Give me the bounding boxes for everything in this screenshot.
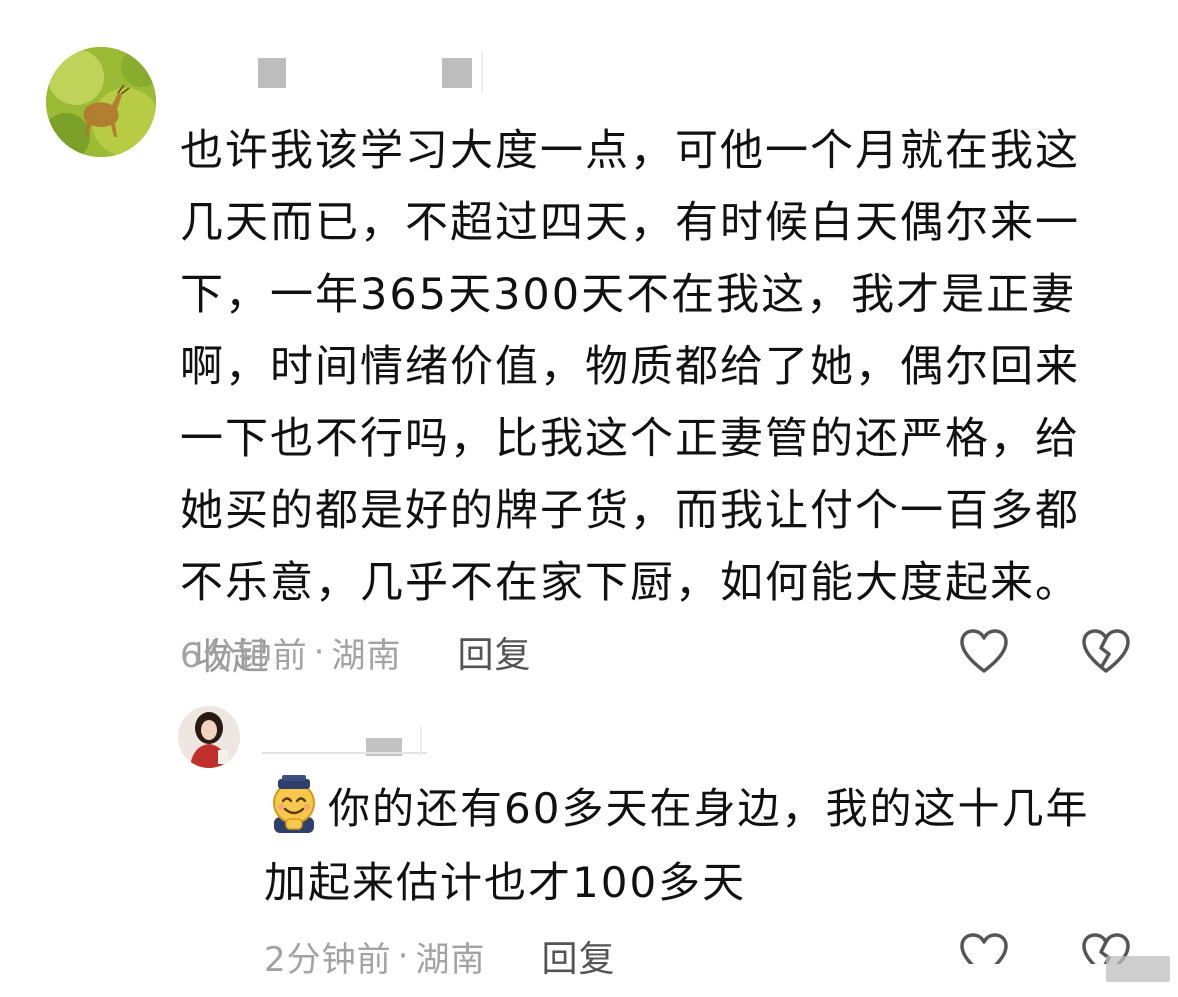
deer-photo-icon bbox=[46, 47, 156, 157]
redaction-line bbox=[262, 752, 427, 754]
comment-text: 也许我该学习大度一点，可他一个月就在我这几天而已，不超过四天，有时候白天偶尔来一… bbox=[180, 126, 1080, 608]
dislike-button[interactable] bbox=[1080, 626, 1132, 678]
reply-time: 2分钟前 bbox=[264, 939, 392, 980]
divider bbox=[420, 726, 422, 756]
like-button[interactable] bbox=[958, 626, 1010, 678]
comment-body: 也许我该学习大度一点，可他一个月就在我这几天而已，不超过四天，有时候白天偶尔来一… bbox=[180, 115, 1110, 693]
comment-meta: 6分钟前 · 湖南 回复 bbox=[180, 626, 531, 678]
replier-name-redacted bbox=[262, 722, 427, 760]
person-photo-icon bbox=[178, 706, 240, 768]
commenter-name-redacted bbox=[180, 52, 485, 92]
reply-button[interactable]: 回复 bbox=[457, 626, 531, 678]
reply-location: 湖南 bbox=[415, 939, 486, 980]
comment-location: 湖南 bbox=[331, 635, 402, 676]
meta-separator: · bbox=[397, 936, 410, 976]
like-button[interactable] bbox=[958, 930, 1010, 964]
meta-separator: · bbox=[313, 632, 326, 672]
commenter-avatar[interactable] bbox=[46, 47, 156, 157]
replier-avatar[interactable] bbox=[178, 706, 240, 768]
comment-thread: 也许我该学习大度一点，可他一个月就在我这几天而已，不超过四天，有时候白天偶尔来一… bbox=[0, 0, 1178, 997]
redaction-block bbox=[442, 58, 472, 88]
comment-time: 6分钟前 bbox=[180, 635, 308, 676]
reply-body: 你的还有60多天在身边，我的这十几年加起来估计也才100多天 bbox=[264, 772, 1124, 920]
reply-meta: 2分钟前 · 湖南 回复 bbox=[264, 930, 615, 982]
divider bbox=[481, 52, 483, 92]
heart-outline-icon bbox=[960, 629, 1008, 673]
watermark bbox=[1106, 956, 1170, 982]
reply-text: 你的还有60多天在身边，我的这十几年加起来估计也才100多天 bbox=[264, 784, 1090, 907]
reply-button[interactable]: 回复 bbox=[541, 930, 615, 982]
broken-heart-icon bbox=[1082, 629, 1130, 673]
heart-outline-icon bbox=[960, 933, 1008, 964]
redaction-block bbox=[258, 58, 286, 88]
smiling-face-icon bbox=[264, 775, 324, 835]
